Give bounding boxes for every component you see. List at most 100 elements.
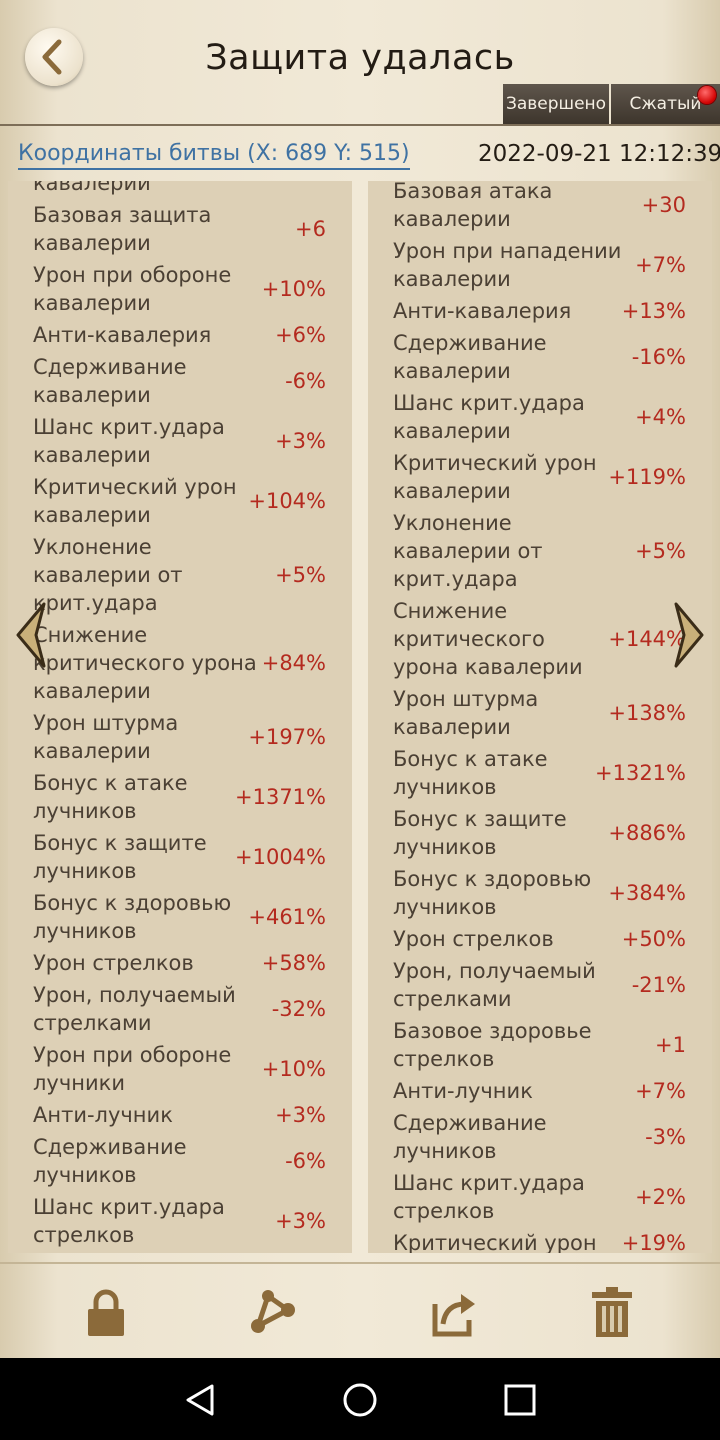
recents-nav-button[interactable] bbox=[500, 1380, 540, 1420]
stat-label: Уклонение кавалерии от крит.удара bbox=[393, 511, 543, 591]
stat-value: +30 bbox=[641, 193, 686, 217]
right-stats-list: Базовая атака кавалерии +30 Урон при напад… bbox=[368, 181, 712, 1253]
stat-label: Критический урон bbox=[393, 1231, 597, 1253]
stat-row: Урон штурма кавалерии +138% bbox=[368, 683, 712, 743]
stat-row: Базовая атака кавалерии +30 bbox=[368, 181, 712, 235]
stat-value: +6 bbox=[295, 217, 326, 241]
stat-row: Критический урон кавалерии +119% bbox=[368, 447, 712, 507]
stat-value: +461% bbox=[248, 905, 326, 929]
stat-label: Шанс крит.удара кавалерии bbox=[33, 415, 225, 467]
stat-row: кавалерии bbox=[8, 181, 352, 199]
stat-row: Сдерживание лучников -6% bbox=[8, 1131, 352, 1191]
stat-value: +13% bbox=[621, 299, 686, 323]
system-navigation-bar bbox=[0, 1358, 720, 1440]
stat-label: Сдерживание кавалерии bbox=[393, 331, 547, 383]
share-button[interactable] bbox=[242, 1282, 302, 1342]
stat-value: +1371% bbox=[235, 785, 326, 809]
stat-value: +50% bbox=[621, 927, 686, 951]
stat-value: +2% bbox=[635, 1185, 686, 1209]
stat-label: Шанс крит.удара стрелков bbox=[393, 1171, 585, 1223]
stat-value: +384% bbox=[608, 881, 686, 905]
chevron-left-icon bbox=[16, 602, 46, 668]
square-recents-icon bbox=[504, 1384, 536, 1416]
export-button[interactable] bbox=[423, 1282, 483, 1342]
battle-coordinates-link[interactable]: Координаты битвы (X: 689 Y: 515) bbox=[18, 141, 410, 170]
stat-value: -6% bbox=[285, 369, 326, 393]
back-button[interactable] bbox=[25, 28, 83, 86]
lock-button[interactable] bbox=[76, 1282, 136, 1342]
stat-row: Критический урон +19% bbox=[368, 1227, 712, 1253]
stat-label: Урон, получаемый стрелками bbox=[393, 959, 596, 1011]
stat-value: -3% bbox=[645, 1125, 686, 1149]
stat-label: Снижение критического урона кавалерии bbox=[393, 599, 583, 679]
stat-label: Базовая атака кавалерии bbox=[393, 181, 553, 231]
stat-row: Урон при нападении кавалерии +7% bbox=[368, 235, 712, 295]
previous-arrow-button[interactable] bbox=[12, 600, 52, 670]
stat-row: Бонус к здоровью лучников +461% bbox=[8, 887, 352, 947]
stat-value: +138% bbox=[608, 701, 686, 725]
stat-row: Шанс крит.удара стрелков +3% bbox=[8, 1191, 352, 1251]
stat-value: +7% bbox=[635, 253, 686, 277]
stat-label: Сдерживание лучников bbox=[33, 1135, 187, 1187]
stat-label: Бонус к защите лучников bbox=[393, 807, 567, 859]
stat-row: Снижение критического урона кавалерии +84… bbox=[8, 619, 352, 707]
delete-button[interactable] bbox=[582, 1282, 642, 1342]
stat-value: +5% bbox=[635, 539, 686, 563]
stat-row: Снижение критического урона кавалерии +14… bbox=[368, 595, 712, 683]
stat-label: Сдерживание кавалерии bbox=[33, 355, 187, 407]
stat-row: Сдерживание кавалерии -16% bbox=[368, 327, 712, 387]
stat-row: Шанс крит.удара кавалерии +3% bbox=[8, 411, 352, 471]
stat-label: Урон стрелков bbox=[33, 951, 194, 975]
done-tab-button[interactable]: Завершено bbox=[503, 84, 609, 124]
chevron-right-icon bbox=[674, 602, 704, 668]
stat-row: Урон, получаемый стрелками -21% bbox=[368, 955, 712, 1015]
chevron-left-icon bbox=[42, 39, 62, 75]
stat-value: +10% bbox=[261, 277, 326, 301]
stat-label: Урон при нападении кавалерии bbox=[393, 239, 622, 291]
header: Защита удалась Завершено Сжатый bbox=[0, 0, 720, 124]
stat-value: +1004% bbox=[235, 845, 326, 869]
stat-label: Анти-кавалерия bbox=[393, 299, 572, 323]
stat-label: Бонус к защите лучников bbox=[33, 831, 207, 883]
stat-label: Анти-лучник bbox=[393, 1079, 533, 1103]
stat-label: Урон при обороне кавалерии bbox=[33, 263, 232, 315]
stat-label: Бонус к здоровью лучников bbox=[393, 867, 592, 919]
stat-label: Анти-кавалерия bbox=[33, 323, 212, 347]
stat-label: Шанс крит.удара кавалерии bbox=[393, 391, 585, 443]
stat-row: Урон штурма кавалерии +197% bbox=[8, 707, 352, 767]
stat-label: Урон штурма кавалерии bbox=[33, 711, 179, 763]
stat-row: Критический урон кавалерии +104% bbox=[8, 471, 352, 531]
stat-value: +4% bbox=[635, 405, 686, 429]
stat-value: +84% bbox=[261, 651, 326, 675]
stat-row: Сдерживание кавалерии -6% bbox=[8, 351, 352, 411]
stat-row: Анти-кавалерия +6% bbox=[8, 319, 352, 351]
stat-row: Шанс крит.удара стрелков +2% bbox=[368, 1167, 712, 1227]
stat-value: -6% bbox=[285, 1149, 326, 1173]
stat-value: +58% bbox=[261, 951, 326, 975]
stat-value: +104% bbox=[248, 489, 326, 513]
lock-icon bbox=[88, 1289, 124, 1336]
stat-row: Сдерживание лучников -3% bbox=[368, 1107, 712, 1167]
stat-row: Шанс крит.удара кавалерии +4% bbox=[368, 387, 712, 447]
left-stats-panel[interactable]: кавалерии Базовая защита кавалерии +6 Урон … bbox=[8, 181, 352, 1253]
home-nav-button[interactable] bbox=[340, 1380, 380, 1420]
right-stats-panel[interactable]: Базовая атака кавалерии +30 Урон при напад… bbox=[368, 181, 712, 1253]
stat-value: +5% bbox=[275, 563, 326, 587]
back-nav-button[interactable] bbox=[180, 1380, 220, 1420]
stat-label: Снижение критического урона кавалерии bbox=[33, 623, 257, 703]
stat-row: Анти-лучник +3% bbox=[8, 1099, 352, 1131]
stat-row: Уклонение кавалерии от крит.удара +5% bbox=[368, 507, 712, 595]
stat-row: Урон стрелков +58% bbox=[8, 947, 352, 979]
header-divider bbox=[0, 124, 720, 126]
circle-home-icon bbox=[343, 1383, 377, 1417]
triangle-back-icon bbox=[186, 1384, 214, 1416]
stat-value: +3% bbox=[275, 1209, 326, 1233]
stat-label: Критический урон кавалерии bbox=[33, 475, 237, 527]
stat-value: +3% bbox=[275, 429, 326, 453]
next-arrow-button[interactable] bbox=[668, 600, 708, 670]
stat-value: -21% bbox=[631, 973, 686, 997]
trash-icon bbox=[592, 1287, 632, 1337]
stat-value: +197% bbox=[248, 725, 326, 749]
stat-row: Бонус к защите лучников +1004% bbox=[8, 827, 352, 887]
stat-label: Урон стрелков bbox=[393, 927, 554, 951]
